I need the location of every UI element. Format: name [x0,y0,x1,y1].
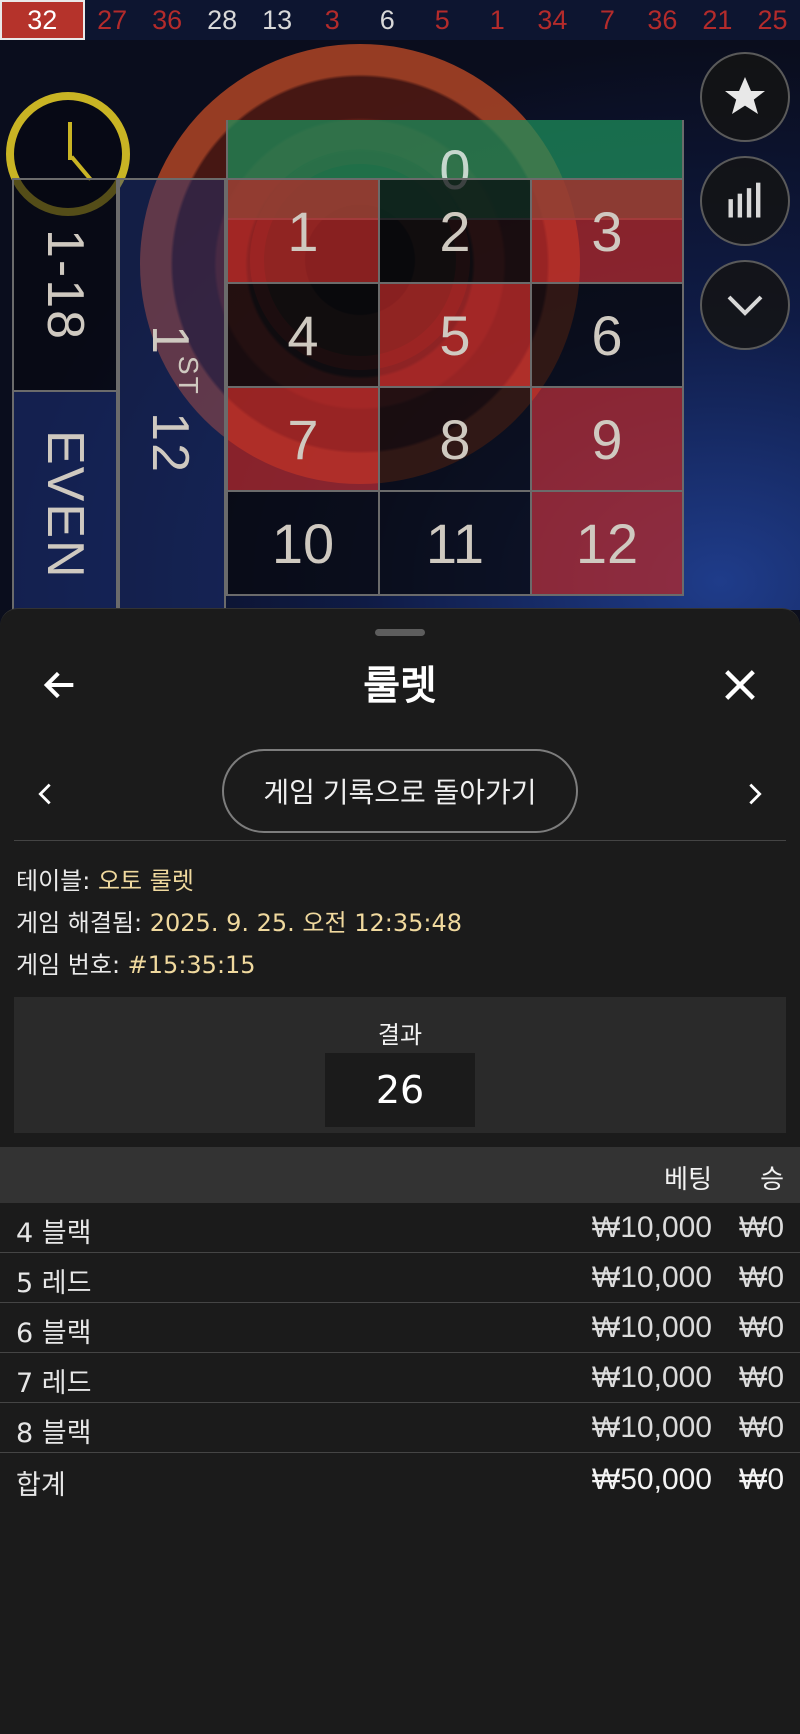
bet-cell-1-18[interactable]: 1-18 [12,178,118,392]
bet-name: 6 블랙 [16,1318,92,1349]
chevron-left-icon [38,783,51,805]
bet-cell-number[interactable]: 8 [378,386,532,492]
recent-result: 21 [702,4,733,35]
recent-result: 3 [324,4,340,35]
cell-label: 1ST 12 [140,324,205,474]
bet-cell-number[interactable]: 1 [226,178,380,284]
resolved-info: 게임 해결됨: 2025. 9. 25. 오전 12:35:48 [16,903,462,938]
favorite-button[interactable] [700,52,790,142]
bet-win: ₩0 [739,1411,784,1444]
recent-result: 34 [537,4,568,35]
close-icon [725,670,755,700]
result-label: 결과 [377,1021,423,1049]
bet-cell-number[interactable]: 7 [226,386,380,492]
bet-name: 5 레드 [16,1268,92,1299]
table-row: 5 레드 ₩10,000 ₩0 [0,1253,800,1303]
recent-result: 36 [152,4,183,35]
bet-cell-number[interactable]: 12 [530,490,684,596]
bet-amount: ₩10,000 [591,1211,712,1244]
game-number-value: #15:35:15 [127,951,256,979]
bar-chart-icon [728,182,761,218]
game-history-sheet: 룰렛 게임 기록으로 돌아가기 테이블: 오토 룰렛 게임 해결됨: 2025.… [0,608,800,1734]
bet-win: ₩0 [739,1211,784,1244]
bet-amount: ₩10,000 [591,1361,712,1394]
game-number-label: 게임 번호: [16,951,128,979]
statistics-button[interactable] [700,156,790,246]
bet-amount: ₩10,000 [591,1261,712,1294]
bet-cell-number[interactable]: 9 [530,386,684,492]
recent-result: 32 [0,0,85,40]
table-value: 오토 룰렛 [97,867,194,895]
column-header-win: 승 [760,1165,784,1195]
bet-name: 8 블랙 [16,1418,92,1449]
resolved-label: 게임 해결됨: [16,909,150,937]
recent-result: 36 [647,4,678,35]
sheet-title: 룰렛 [363,663,437,709]
chevron-down-icon [727,295,763,316]
app-root: 32 27 36 28 13 3 6 5 1 34 7 36 21 25 0 1… [0,0,800,1734]
star-icon [725,77,765,114]
divider [14,840,786,841]
table-row: 7 레드 ₩10,000 ₩0 [0,1353,800,1403]
bet-cell-number[interactable]: 5 [378,282,532,388]
chevron-right-icon [749,783,762,805]
table-info: 테이블: 오토 룰렛 [16,861,194,896]
collapse-button[interactable] [700,260,790,350]
resolved-value: 2025. 9. 25. 오전 12:35:48 [149,909,462,937]
recent-result: 28 [207,4,238,35]
bet-win: ₩0 [739,1261,784,1294]
table-row: 8 블랙 ₩10,000 ₩0 [0,1403,800,1453]
recent-result: 13 [262,4,293,35]
cell-label: EVEN [36,430,94,580]
total-row: 합계 ₩50,000 ₩0 [0,1455,800,1505]
bet-cell-number[interactable]: 2 [378,178,532,284]
bet-cell-1st-12[interactable]: 1ST 12 [118,178,226,620]
bet-cell-number[interactable]: 4 [226,282,380,388]
table-row: 4 블랙 ₩10,000 ₩0 [0,1203,800,1253]
recent-result: 25 [757,4,788,35]
previous-game-button[interactable] [20,759,70,829]
total-amount: ₩50,000 [591,1463,712,1496]
bet-cell-even[interactable]: EVEN [12,390,118,620]
game-number-info: 게임 번호: #15:35:15 [16,945,256,980]
bet-win: ₩0 [739,1311,784,1344]
recent-result: 7 [599,4,615,35]
bet-cell-number[interactable]: 3 [530,178,684,284]
bet-cell-number[interactable]: 11 [378,490,532,596]
recent-result: 5 [434,4,450,35]
bet-name: 7 레드 [16,1368,92,1399]
back-to-game-history-button[interactable]: 게임 기록으로 돌아가기 [222,749,578,833]
bet-amount: ₩10,000 [591,1411,712,1444]
total-label: 합계 [16,1470,66,1501]
sheet-grabber[interactable] [375,629,425,636]
result-value: 26 [325,1053,475,1127]
recent-result: 27 [97,4,128,35]
bets-table-header: 베팅 승 [0,1147,800,1203]
bet-cell-number[interactable]: 10 [226,490,380,596]
recent-result: 6 [379,4,395,35]
close-button[interactable] [710,655,770,715]
bet-cell-number[interactable]: 6 [530,282,684,388]
recent-result: 1 [489,4,505,35]
total-win: ₩0 [739,1463,784,1496]
table-row: 6 블랙 ₩10,000 ₩0 [0,1303,800,1353]
table-label: 테이블: [16,867,98,895]
recent-results-strip: 32 27 36 28 13 3 6 5 1 34 7 36 21 25 [0,0,800,40]
roulette-table: 0 1-18 EVEN 1ST 12 1 2 3 4 5 6 7 8 9 10 … [0,40,800,620]
bet-name: 4 블랙 [16,1218,92,1249]
cell-label: 1-18 [36,228,94,342]
result-panel: 결과 26 [14,997,786,1133]
next-game-button[interactable] [730,759,780,829]
column-header-bet: 베팅 [664,1165,712,1195]
bet-amount: ₩10,000 [591,1311,712,1344]
bet-win: ₩0 [739,1361,784,1394]
